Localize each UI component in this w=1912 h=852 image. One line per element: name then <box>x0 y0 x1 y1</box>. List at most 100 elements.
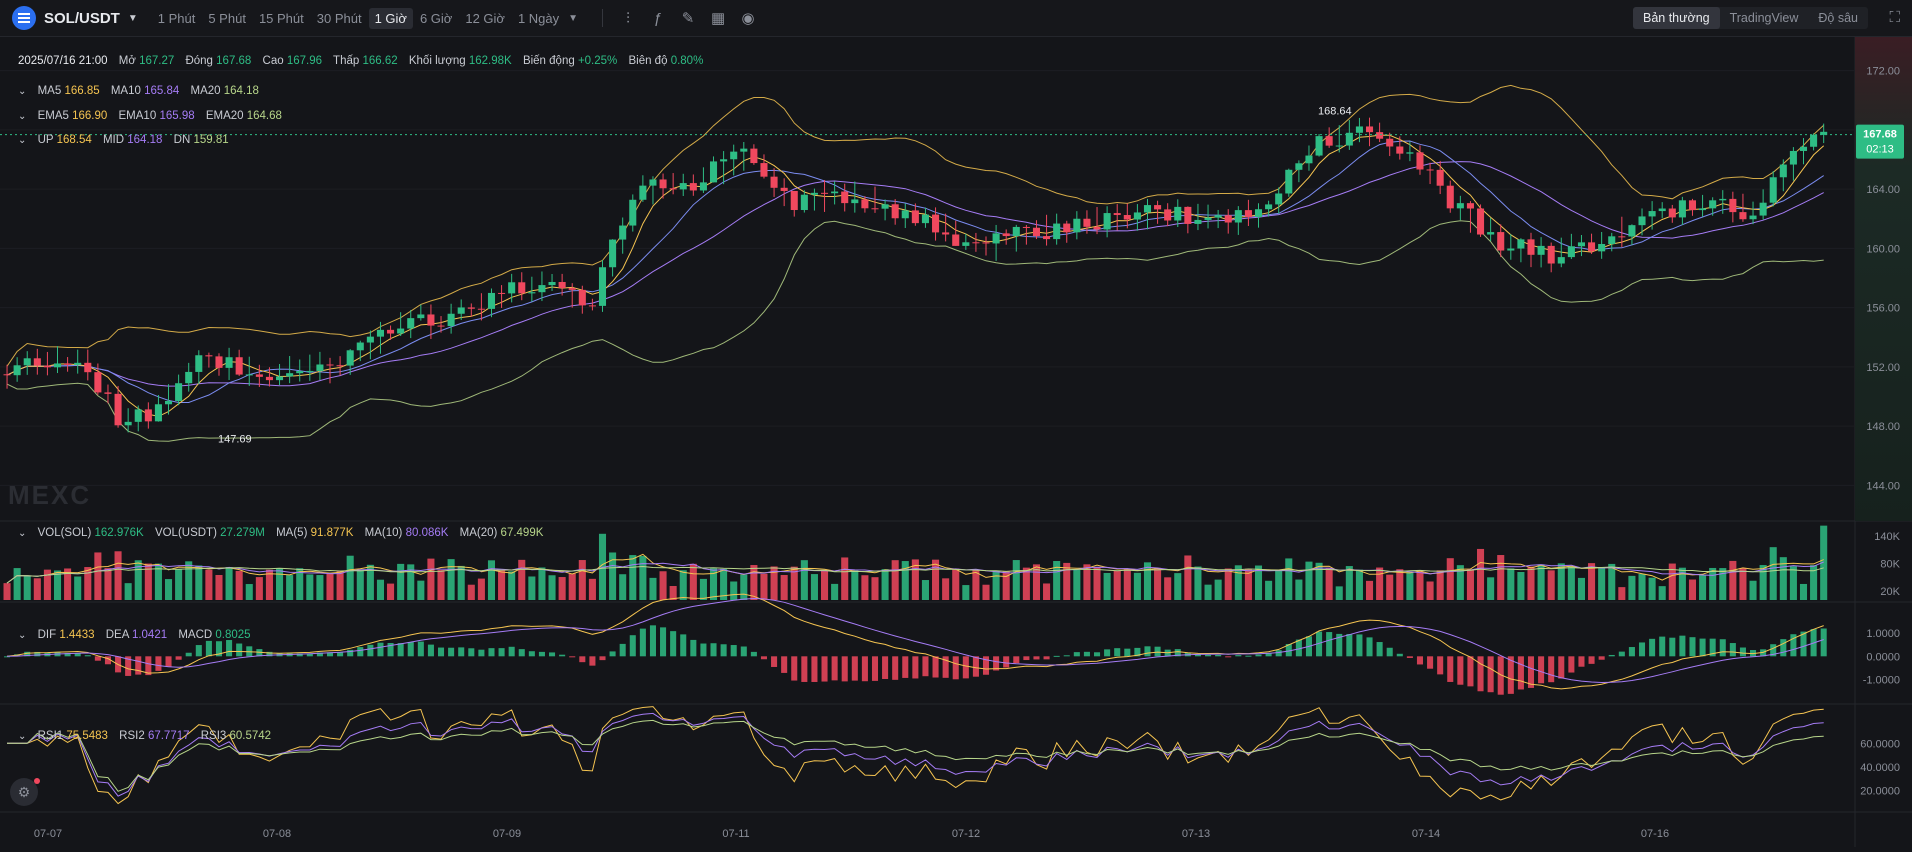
pair-title[interactable]: SOL/USDT <box>44 10 120 27</box>
candle-body <box>1618 236 1626 238</box>
candle-body <box>1285 169 1293 194</box>
volume-bar <box>659 571 667 600</box>
volume-bar <box>477 578 485 600</box>
macd-histogram-bar <box>1083 651 1090 657</box>
candle-body <box>306 370 314 372</box>
volume-bar <box>104 568 112 600</box>
timeframe-6h[interactable]: 6 Giờ <box>414 8 458 29</box>
macd-histogram-bar <box>1628 647 1635 657</box>
volume-bar <box>1174 573 1182 600</box>
layout-icon[interactable]: ▦ <box>703 9 733 27</box>
macd-histogram-bar <box>1245 655 1252 657</box>
chart-canvas[interactable]: 172.00168.00164.00160.00156.00152.00148.… <box>0 37 1912 847</box>
candle-body <box>53 363 62 368</box>
volume-bar <box>326 572 334 600</box>
candle-body <box>1749 215 1757 220</box>
volume-bar <box>427 558 435 600</box>
candle-body <box>1325 136 1333 146</box>
volume-bar <box>1608 563 1616 600</box>
macd-histogram-bar <box>569 656 576 658</box>
candle-body <box>952 234 960 246</box>
macd-histogram-bar <box>1356 634 1363 657</box>
volume-value: 162.98K <box>468 55 512 67</box>
candle-body <box>568 288 576 290</box>
volume-bar <box>568 573 576 600</box>
dea-value: 1.0421 <box>131 629 168 641</box>
volume-bar <box>649 577 657 600</box>
volume-bar <box>1699 574 1707 600</box>
collapse-chevron-icon[interactable]: ⌄ <box>18 630 26 641</box>
volume-bar <box>1497 555 1505 600</box>
volume-bar <box>1416 571 1424 600</box>
macd-histogram-bar <box>1548 656 1555 683</box>
volume-bar <box>538 567 546 600</box>
macd-histogram-bar <box>1659 636 1666 657</box>
volume-bar <box>1123 568 1131 600</box>
macd-histogram-bar <box>1386 647 1393 657</box>
volume-bar <box>1365 580 1374 600</box>
ma-legend: ⌄ MA5 166.85 MA10 165.84 MA20 164.18 <box>18 85 267 97</box>
vol-ma5-label: MA(5) <box>276 527 308 539</box>
draw-icon[interactable]: ✎ <box>673 9 703 27</box>
rsi2-label: RSI2 <box>119 730 145 742</box>
volume-bar <box>780 575 788 600</box>
timeframe-1h[interactable]: 1 Giờ <box>368 7 413 29</box>
timeframe-5m[interactable]: 5 Phút <box>202 8 252 29</box>
collapse-chevron-icon[interactable]: ⌄ <box>18 111 26 122</box>
candle-body <box>911 210 919 224</box>
volume-bar <box>447 559 455 600</box>
candle-body <box>1315 136 1323 156</box>
chart-area[interactable]: 172.00168.00164.00160.00156.00152.00148.… <box>0 37 1912 847</box>
macd-histogram-bar <box>1124 648 1131 657</box>
mode-basic[interactable]: Bản thường <box>1632 7 1720 29</box>
chevron-down-icon[interactable]: ▼ <box>568 13 578 24</box>
collapse-chevron-icon[interactable]: ⌄ <box>18 86 26 97</box>
candle-type-icon[interactable]: ⫶ <box>613 10 643 27</box>
price-tick-label: 172.00 <box>1866 66 1900 78</box>
macd-histogram-bar <box>680 634 687 657</box>
timeframe-30m[interactable]: 30 Phút <box>311 8 368 29</box>
fullscreen-icon[interactable]: ⛶ <box>1889 9 1900 26</box>
candle-body <box>1265 204 1273 210</box>
macd-histogram-bar <box>902 656 909 678</box>
collapse-chevron-icon[interactable]: ⌄ <box>18 135 26 146</box>
macd-histogram-bar <box>1033 656 1040 660</box>
candle-body <box>154 404 162 422</box>
candle-body <box>730 151 738 160</box>
candle-body <box>457 307 465 314</box>
mode-tradingview[interactable]: TradingView <box>1720 7 1809 29</box>
candle-body <box>851 199 859 204</box>
candle-body <box>245 374 253 376</box>
candle-body <box>1305 155 1313 164</box>
macd-histogram-bar <box>1396 653 1403 657</box>
collapse-chevron-icon[interactable]: ⌄ <box>18 731 26 742</box>
dropdown-caret-icon[interactable]: ▼ <box>128 13 138 24</box>
macd-histogram-bar <box>791 656 798 681</box>
timeframe-12h[interactable]: 12 Giờ <box>459 8 511 29</box>
timeframe-15m[interactable]: 15 Phút <box>253 8 310 29</box>
candle-body <box>205 355 213 357</box>
candle-body <box>760 163 768 177</box>
indicator-icon[interactable]: ƒ <box>643 10 673 27</box>
candle-body <box>1073 218 1081 233</box>
open-value: 167.27 <box>139 55 175 67</box>
volume-bar <box>962 585 970 600</box>
macd-histogram-bar <box>1094 652 1101 657</box>
macd-histogram-bar <box>882 656 889 679</box>
candle-body <box>740 148 748 152</box>
price-tick-label: 160.00 <box>1866 243 1900 255</box>
macd-histogram-bar <box>720 644 727 657</box>
macd-histogram-bar <box>135 656 142 675</box>
camera-icon[interactable]: ◉ <box>733 9 763 27</box>
volume-bar <box>861 575 869 600</box>
macd-histogram-bar <box>1538 656 1545 684</box>
candle-body <box>1022 226 1030 228</box>
collapse-chevron-icon[interactable]: ⌄ <box>18 528 26 539</box>
volume-bar <box>528 576 536 600</box>
volume-bar <box>578 560 586 600</box>
candle-body <box>487 292 496 309</box>
volume-bar <box>205 569 213 600</box>
mode-depth[interactable]: Độ sâu <box>1808 7 1868 29</box>
timeframe-1d[interactable]: 1 Ngày <box>512 8 565 29</box>
timeframe-1m[interactable]: 1 Phút <box>152 8 202 29</box>
